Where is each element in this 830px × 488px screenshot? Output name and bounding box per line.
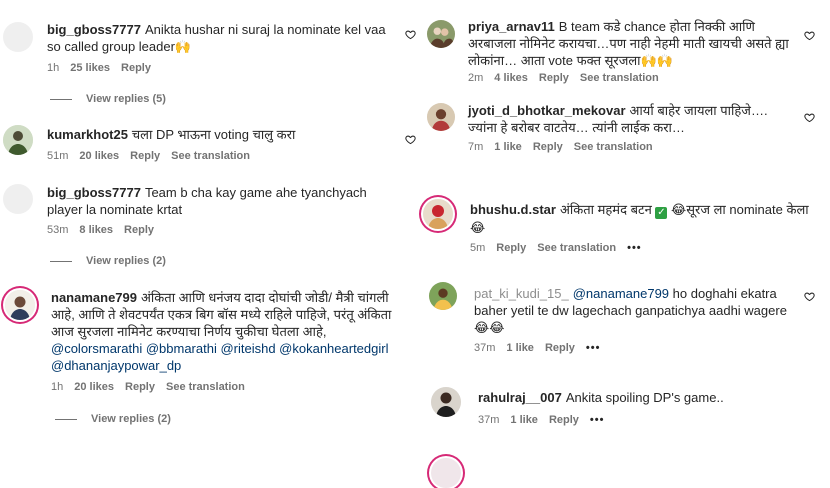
comment-text: big_gboss7777 Team b cha kay game ahe tya… bbox=[47, 184, 392, 218]
like-count[interactable]: 1 like bbox=[510, 414, 538, 426]
divider bbox=[55, 418, 77, 420]
reply-button[interactable]: Reply bbox=[496, 242, 526, 254]
comment-emoji: 😂 bbox=[470, 220, 486, 235]
heart-outline-icon[interactable] bbox=[804, 30, 815, 41]
comment-time: 53m bbox=[47, 224, 69, 236]
comment-meta: 37m 1 like Reply ••• bbox=[478, 414, 615, 426]
comment-username[interactable]: big_gboss7777 bbox=[47, 185, 141, 200]
heart-outline-icon[interactable] bbox=[804, 291, 815, 302]
comment-time: 51m bbox=[47, 150, 69, 162]
see-translation-button[interactable]: See translation bbox=[580, 72, 659, 84]
comment-text: priya_arnav11 B team कडे chance होता निक्… bbox=[468, 18, 793, 69]
comment-time: 2m bbox=[468, 72, 484, 84]
comment-body: चला DP भाऊना voting चालु करा bbox=[131, 127, 296, 142]
comment-username[interactable]: priya_arnav11 bbox=[468, 19, 555, 34]
reply-button[interactable]: Reply bbox=[549, 414, 579, 426]
comment-username[interactable]: nanamane799 bbox=[51, 290, 137, 305]
comment-text: nanamane799 अंकिता आणि धनंजय दादा दोघांची… bbox=[51, 289, 411, 374]
see-translation-button[interactable]: See translation bbox=[537, 242, 616, 254]
reply-button[interactable]: Reply bbox=[121, 62, 151, 74]
avatar[interactable] bbox=[423, 199, 453, 229]
check-emoji-icon: ✓ bbox=[655, 207, 668, 219]
comment-time: 7m bbox=[468, 141, 484, 153]
comment-meta: 51m 20 likes Reply See translation bbox=[47, 150, 261, 162]
comment-username[interactable]: kumarkhot25 bbox=[47, 127, 128, 142]
heart-outline-icon[interactable] bbox=[405, 29, 416, 40]
comment-text: pat_ki_kudi_15_ @nanamane799 ho doghahi e… bbox=[474, 285, 792, 336]
like-count[interactable]: 4 likes bbox=[494, 72, 528, 84]
more-options-icon[interactable]: ••• bbox=[627, 242, 642, 254]
comment-username[interactable]: jyoti_d_bhotkar_mekovar bbox=[468, 103, 626, 118]
comment-mention[interactable]: @nanamane799 bbox=[573, 286, 669, 301]
view-replies-label: View replies (2) bbox=[86, 255, 166, 267]
comment-meta: 5m Reply See translation ••• bbox=[470, 242, 653, 254]
avatar[interactable] bbox=[431, 387, 461, 417]
see-translation-button[interactable]: See translation bbox=[166, 381, 245, 393]
comment-body-cont: 😂सूरज ला nominate केला bbox=[671, 202, 809, 217]
comment-text: kumarkhot25 चला DP भाऊना voting चालु करा bbox=[47, 126, 397, 143]
like-count[interactable]: 20 likes bbox=[74, 381, 114, 393]
comment-emoji: 😂😂 bbox=[474, 320, 505, 335]
heart-outline-icon[interactable] bbox=[804, 112, 815, 123]
reply-button[interactable]: Reply bbox=[125, 381, 155, 393]
avatar[interactable] bbox=[427, 103, 455, 131]
comment-meta: 1h 25 likes Reply bbox=[47, 62, 162, 74]
avatar[interactable] bbox=[3, 125, 33, 155]
comment-time: 37m bbox=[474, 342, 496, 354]
comment-username[interactable]: pat_ki_kudi_15_ bbox=[474, 286, 569, 301]
comment-username[interactable]: bhushu.d.star bbox=[470, 202, 556, 217]
reply-button[interactable]: Reply bbox=[130, 150, 160, 162]
comment-time: 5m bbox=[470, 242, 486, 254]
heart-outline-icon[interactable] bbox=[405, 134, 416, 145]
like-count[interactable]: 25 likes bbox=[70, 62, 110, 74]
more-options-icon[interactable]: ••• bbox=[586, 342, 601, 354]
view-replies-label: View replies (5) bbox=[86, 93, 166, 105]
reply-button[interactable]: Reply bbox=[545, 342, 575, 354]
avatar[interactable] bbox=[3, 22, 33, 52]
avatar[interactable] bbox=[3, 184, 33, 214]
comment-username[interactable]: rahulraj__007 bbox=[478, 390, 562, 405]
like-count[interactable]: 1 like bbox=[506, 342, 534, 354]
reply-button[interactable]: Reply bbox=[533, 141, 563, 153]
reply-button[interactable]: Reply bbox=[539, 72, 569, 84]
view-replies-button[interactable]: View replies (5) bbox=[50, 93, 166, 105]
comment-meta: 1h 20 likes Reply See translation bbox=[51, 381, 256, 393]
like-count[interactable]: 20 likes bbox=[79, 150, 119, 162]
comment-meta: 37m 1 like Reply ••• bbox=[474, 342, 611, 354]
comment-text: bhushu.d.star अंकिता महमंद बटन ✓ 😂सूरज ला… bbox=[470, 201, 826, 236]
divider bbox=[50, 260, 72, 262]
comment-body: Ankita spoiling DP's game.. bbox=[565, 390, 724, 405]
like-count[interactable]: 1 like bbox=[494, 141, 522, 153]
reply-button[interactable]: Reply bbox=[124, 224, 154, 236]
avatar[interactable] bbox=[431, 458, 461, 488]
see-translation-button[interactable]: See translation bbox=[574, 141, 653, 153]
comment-time: 1h bbox=[47, 62, 60, 74]
view-replies-label: View replies (2) bbox=[91, 413, 171, 425]
comment-mentions[interactable]: @colorsmarathi @bbmarathi @riteishd @kok… bbox=[51, 341, 388, 373]
comment-text: jyoti_d_bhotkar_mekovar आर्या बाहेर जायला… bbox=[468, 102, 788, 136]
comment-username[interactable]: big_gboss7777 bbox=[47, 22, 141, 37]
avatar[interactable] bbox=[5, 290, 35, 320]
comment-meta: 2m 4 likes Reply See translation bbox=[468, 72, 670, 84]
comment-body: अंकिता महमंद बटन bbox=[559, 202, 652, 217]
avatar[interactable] bbox=[427, 20, 455, 48]
comment-text: rahulraj__007 Ankita spoiling DP's game.. bbox=[478, 389, 798, 406]
avatar[interactable] bbox=[429, 282, 457, 310]
comment-meta: 53m 8 likes Reply bbox=[47, 224, 165, 236]
comment-time: 37m bbox=[478, 414, 500, 426]
comment-text: big_gboss7777 Anikta hushar ni suraj la n… bbox=[47, 21, 397, 55]
comment-meta: 7m 1 like Reply See translation bbox=[468, 141, 664, 153]
more-options-icon[interactable]: ••• bbox=[590, 414, 605, 426]
view-replies-button[interactable]: View replies (2) bbox=[55, 413, 171, 425]
view-replies-button[interactable]: View replies (2) bbox=[50, 255, 166, 267]
divider bbox=[50, 98, 72, 100]
comment-time: 1h bbox=[51, 381, 64, 393]
see-translation-button[interactable]: See translation bbox=[171, 150, 250, 162]
like-count[interactable]: 8 likes bbox=[79, 224, 113, 236]
